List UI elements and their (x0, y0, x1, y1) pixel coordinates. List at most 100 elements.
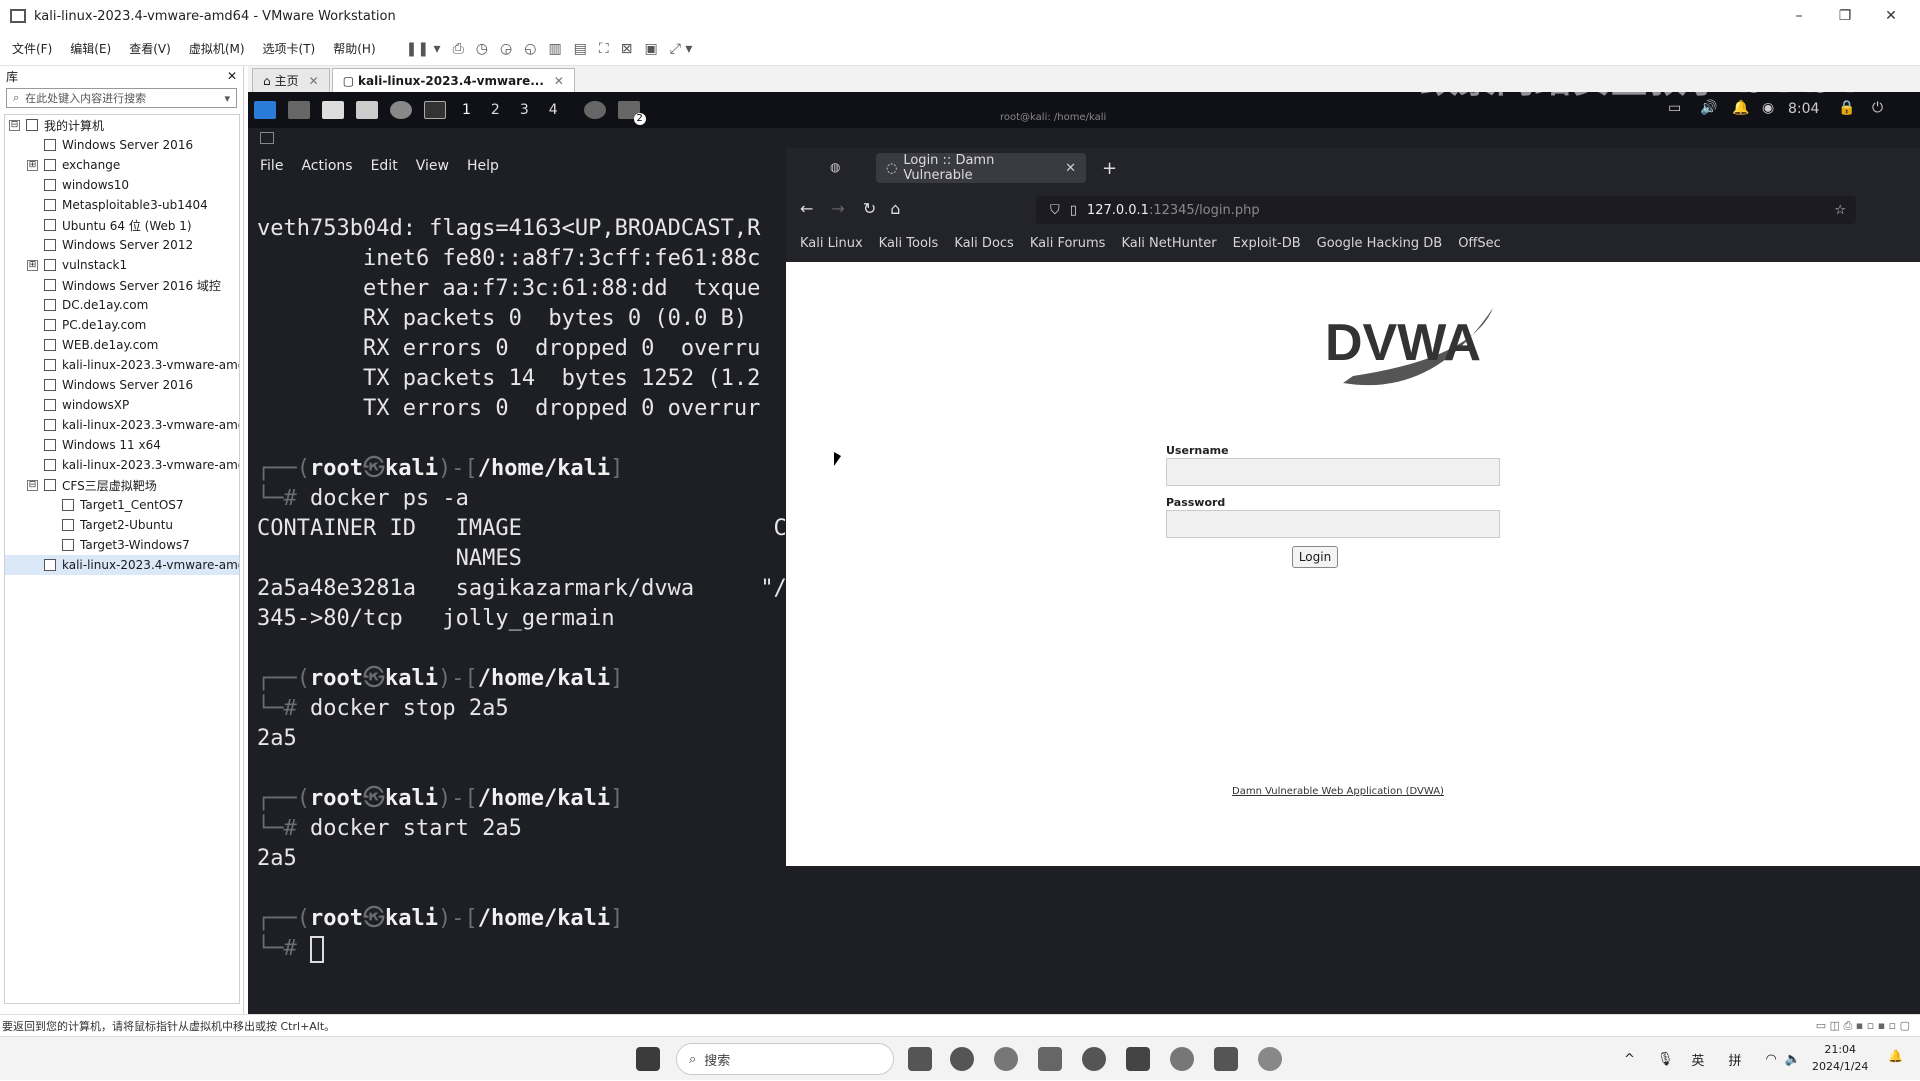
bookmark-item[interactable]: Kali Tools (879, 236, 939, 251)
terminal-menu-view[interactable]: View (416, 158, 449, 174)
terminal-cursor[interactable] (309, 935, 324, 963)
vm-screen[interactable]: 1 2 3 4 2 root@kali: /home/kali ▭ 🔊 🔔 ◉ … (248, 92, 1920, 1014)
bookmark-item[interactable]: Kali NetHunter (1121, 236, 1216, 251)
thumbnail-view-icon[interactable]: ▤ (574, 41, 587, 57)
library-tree-item[interactable]: ⊟ CFS三层虚拟靶场 (5, 475, 239, 495)
library-tree-item[interactable]: Windows 11 x64 (5, 435, 239, 455)
shield-icon[interactable]: ⛉ (1050, 203, 1060, 218)
vmware-taskbar-icon[interactable] (1126, 1047, 1150, 1071)
firefox-task-icon[interactable] (583, 101, 606, 119)
task-view-icon[interactable] (908, 1047, 932, 1071)
library-tree-item[interactable]: Windows Server 2016 域控 (5, 275, 239, 295)
console-icon[interactable]: ▣ (644, 41, 657, 57)
powerpoint-icon[interactable] (1082, 1047, 1106, 1071)
firefox-icon[interactable] (390, 101, 412, 119)
menu-tabs[interactable]: 选项卡(T) (263, 40, 316, 57)
taskbar-clock[interactable]: 21:04 2024/1/24 (1812, 1041, 1868, 1075)
edge-icon[interactable] (950, 1047, 974, 1071)
firefox-tab-dvwa[interactable]: ◌ Login :: Damn Vulnerable ✕ (876, 153, 1086, 183)
notepad-icon[interactable] (1214, 1047, 1238, 1071)
library-tree-item[interactable]: kali-linux-2023.3-vmware-amd (5, 415, 239, 435)
wifi-icon[interactable]: ◠ (1765, 1052, 1776, 1067)
pause-icon[interactable]: ❚❚ ▾ (406, 41, 441, 57)
dvwa-footer-link[interactable]: Damn Vulnerable Web Application (DVWA) (1232, 786, 1444, 797)
library-tree-item[interactable]: ⊟ 我的计算机 (5, 115, 239, 135)
reload-icon[interactable]: ↻ (863, 199, 876, 218)
new-tab-button[interactable]: + (1102, 158, 1117, 179)
snapshot-manager-icon[interactable]: ◵ (524, 41, 536, 57)
terminal-window[interactable]: File Actions Edit View Help veth753b04d:… (248, 128, 800, 1014)
library-tree-item[interactable]: ⊞ vulnstack1 (5, 255, 239, 275)
library-tree-item[interactable]: Windows Server 2016 (5, 135, 239, 155)
menu-edit[interactable]: 编辑(E) (70, 40, 111, 57)
tab-home[interactable]: ⌂ 主页 ✕ (252, 68, 330, 92)
terminal-menu-actions[interactable]: Actions (301, 158, 352, 174)
app-icon[interactable] (1170, 1047, 1194, 1071)
microphone-icon[interactable]: 🎙 (1657, 1052, 1674, 1067)
library-tree-item[interactable]: kali-linux-2023.4-vmware-amd (5, 555, 239, 575)
unity-icon[interactable]: ⊠ (621, 41, 633, 57)
menu-file[interactable]: 文件(F) (12, 40, 52, 57)
ime-mode[interactable]: 拼 (1728, 1050, 1741, 1069)
logout-icon[interactable]: ⏻ (1872, 100, 1883, 116)
stretch-icon[interactable]: ⤢ ▾ (670, 41, 693, 57)
tab-close-icon[interactable]: ✕ (309, 74, 319, 88)
volume-icon[interactable]: 🔈 (1785, 1052, 1801, 1067)
library-tree-item[interactable]: DC.de1ay.com (5, 295, 239, 315)
tab-close-icon[interactable]: ✕ (554, 74, 564, 88)
home-icon[interactable]: ⌂ (890, 199, 900, 218)
bookmark-item[interactable]: Exploit-DB (1233, 236, 1301, 251)
taskbar-search[interactable]: ⌕ 搜索 (676, 1043, 894, 1075)
chrome-icon[interactable] (994, 1047, 1018, 1071)
library-tree-item[interactable]: kali-linux-2023.3-vmware-amd (5, 355, 239, 375)
workspace-1[interactable]: 1 (462, 102, 471, 118)
explorer-icon[interactable] (1038, 1047, 1062, 1071)
library-tree-item[interactable]: Windows Server 2012 (5, 235, 239, 255)
terminal-menu-help[interactable]: Help (467, 158, 499, 174)
notification-bell-icon[interactable]: 🔔 (1888, 1049, 1903, 1063)
firefox-view-icon[interactable]: ◍ (830, 160, 840, 174)
username-input[interactable] (1166, 458, 1500, 486)
library-view-icon[interactable]: ▥ (548, 41, 561, 57)
library-tree-item[interactable]: Target3-Windows7 (5, 535, 239, 555)
bookmark-item[interactable]: Kali Docs (954, 236, 1014, 251)
kali-menu-icon[interactable] (254, 101, 276, 119)
bookmark-item[interactable]: OffSec (1458, 236, 1501, 251)
minimize-button[interactable]: – (1776, 0, 1822, 32)
terminal-menu-edit[interactable]: Edit (371, 158, 398, 174)
fullscreen-icon[interactable]: ⛶ (599, 41, 609, 57)
library-tree-item[interactable]: ⊞ exchange (5, 155, 239, 175)
password-input[interactable] (1166, 510, 1500, 538)
snapshot-restore-icon[interactable]: ◶ (500, 41, 512, 57)
expand-icon[interactable]: ⊞ (27, 259, 38, 271)
terminal-task-icon[interactable]: 2 (617, 101, 646, 125)
library-tree-item[interactable]: WEB.de1ay.com (5, 335, 239, 355)
maximize-button[interactable]: ❐ (1822, 0, 1868, 32)
file-manager-icon[interactable] (322, 101, 344, 119)
library-tree-item[interactable]: Ubuntu 64 位 (Web 1) (5, 215, 239, 235)
login-button[interactable]: Login (1292, 546, 1338, 568)
library-tree-item[interactable]: Target2-Ubuntu (5, 515, 239, 535)
expand-icon[interactable]: ⊞ (27, 159, 38, 171)
menu-help[interactable]: 帮助(H) (333, 40, 375, 57)
bookmark-item[interactable]: Kali Forums (1030, 236, 1106, 251)
chevron-up-icon[interactable]: ^ (1624, 1052, 1635, 1067)
text-editor-icon[interactable] (356, 101, 378, 119)
chevron-down-icon[interactable]: ▾ (224, 92, 230, 105)
firefox-tab-close-icon[interactable]: ✕ (1065, 161, 1076, 176)
bookmark-item[interactable]: Kali Linux (800, 236, 863, 251)
menu-vm[interactable]: 虚拟机(M) (189, 40, 245, 57)
workspace-show-desktop-icon[interactable] (288, 101, 310, 119)
send-keys-icon[interactable]: ⎙ (453, 41, 464, 57)
forward-icon[interactable]: → (831, 199, 844, 218)
workspace-2[interactable]: 2 (491, 102, 500, 118)
library-close-icon[interactable]: ✕ (227, 69, 237, 83)
library-tree-item[interactable]: Target1_CentOS7 (5, 495, 239, 515)
library-tree-item[interactable]: windows10 (5, 175, 239, 195)
workspace-4[interactable]: 4 (549, 102, 558, 118)
terminal-menu-file[interactable]: File (260, 158, 283, 174)
device-icons[interactable]: ▭ ◫ ⎙ ▪ ▫ ▪ ▫ ▢ (1816, 1019, 1910, 1033)
back-icon[interactable]: ← (800, 199, 813, 218)
ime-lang[interactable]: 英 (1691, 1050, 1704, 1069)
tab-kali-vm[interactable]: ▢ kali-linux-2023.4-vmware... ✕ (331, 68, 575, 92)
